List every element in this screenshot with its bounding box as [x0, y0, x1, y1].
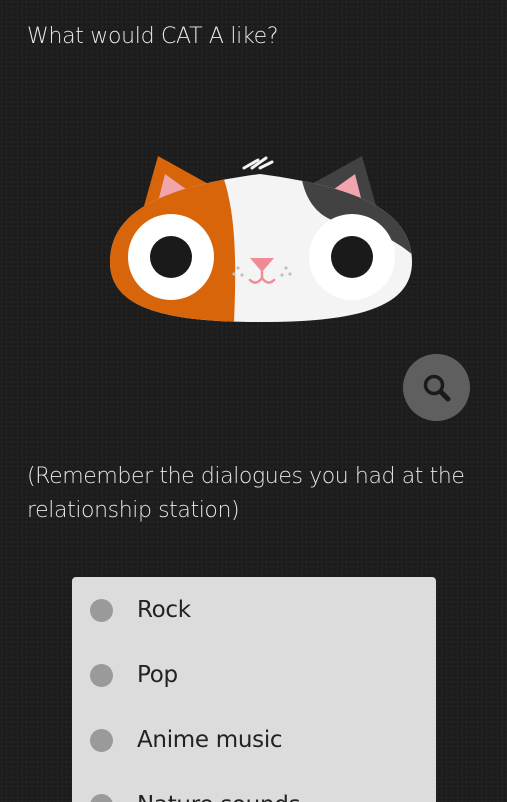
option-rock[interactable]: Rock [72, 581, 436, 639]
option-pop[interactable]: Pop [72, 646, 436, 704]
radio-button[interactable] [90, 663, 113, 687]
answer-options-panel: Rock Pop Anime music Nature sounds [72, 577, 436, 802]
radio-button[interactable] [90, 598, 113, 622]
option-nature-sounds[interactable]: Nature sounds [72, 776, 436, 802]
magnifier-icon [423, 374, 450, 401]
radio-button[interactable] [90, 728, 113, 752]
quiz-screen: What would CAT A like? (Remember the dia… [0, 0, 507, 802]
option-label: Nature sounds [137, 792, 301, 802]
option-anime-music[interactable]: Anime music [72, 711, 436, 769]
hint-text: (Remember the dialogues you had at the r… [27, 460, 467, 528]
hint-line-2: relationship station) [27, 498, 240, 523]
radio-button[interactable] [90, 793, 113, 802]
cat-face-icon [110, 156, 412, 322]
option-label: Rock [137, 597, 191, 623]
question-title: What would CAT A like? [27, 24, 279, 49]
option-label: Anime music [137, 727, 283, 753]
search-button[interactable] [403, 354, 470, 421]
hint-line-1: (Remember the dialogues you had at the [27, 464, 465, 489]
cat-avatar [100, 150, 420, 330]
option-label: Pop [137, 662, 178, 688]
